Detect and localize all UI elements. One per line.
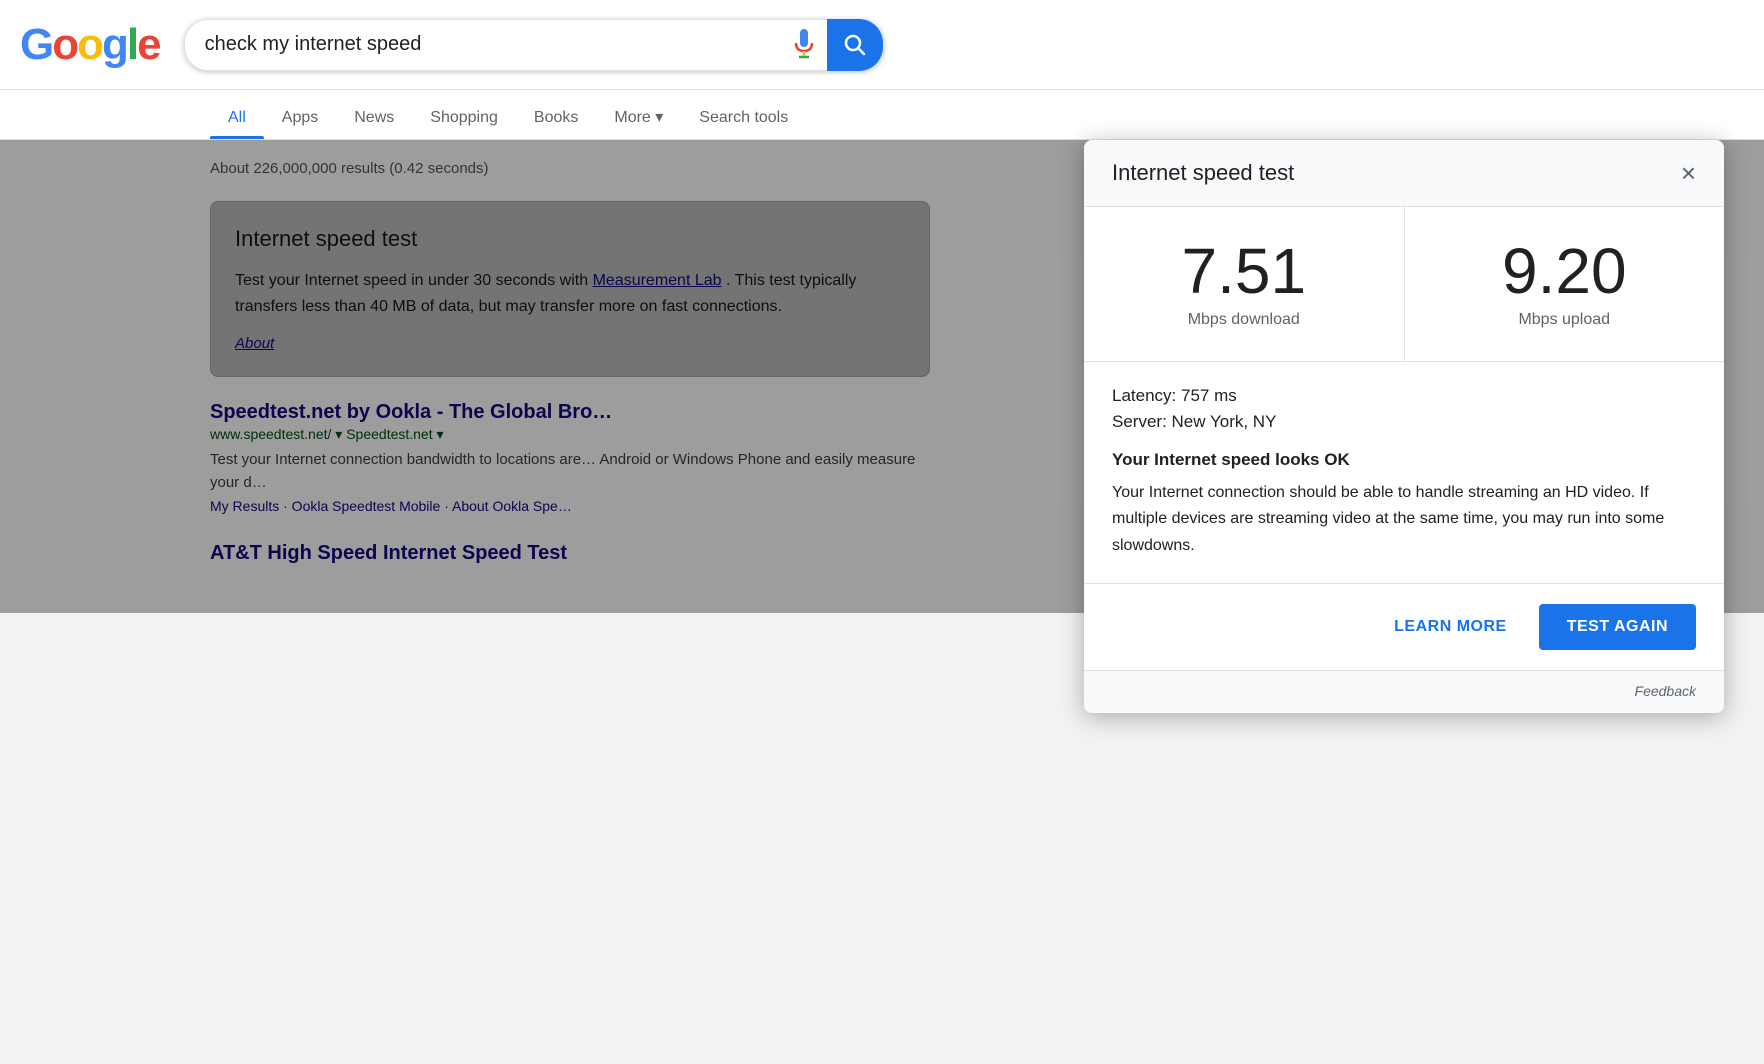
download-metric: 7.51 Mbps download xyxy=(1084,207,1405,361)
server-row: Server: New York, NY xyxy=(1112,412,1696,432)
close-button[interactable]: × xyxy=(1681,160,1696,186)
search-box xyxy=(184,19,884,71)
popup-header: Internet speed test × xyxy=(1084,140,1724,207)
tab-all[interactable]: All xyxy=(210,99,264,139)
tab-books[interactable]: Books xyxy=(516,99,596,139)
test-again-button[interactable]: TEST AGAIN xyxy=(1539,604,1696,650)
tab-more[interactable]: More ▾ xyxy=(596,97,681,139)
popup-footer: Feedback xyxy=(1084,670,1724,713)
upload-label: Mbps upload xyxy=(1425,311,1705,329)
speed-description: Your Internet connection should be able … xyxy=(1112,480,1696,559)
learn-more-button[interactable]: LEARN MORE xyxy=(1378,608,1523,646)
server-value: New York, NY xyxy=(1172,412,1277,431)
tab-shopping[interactable]: Shopping xyxy=(412,99,516,139)
latency-value: 757 ms xyxy=(1181,386,1237,405)
popup-title: Internet speed test xyxy=(1112,160,1294,186)
tab-search-tools[interactable]: Search tools xyxy=(681,99,806,139)
header: Google xyxy=(0,0,1764,90)
speed-metrics: 7.51 Mbps download 9.20 Mbps upload xyxy=(1084,207,1724,362)
speed-test-popup: Internet speed test × 7.51 Mbps download… xyxy=(1084,140,1724,713)
popup-actions: LEARN MORE TEST AGAIN xyxy=(1084,583,1724,670)
latency-row: Latency: 757 ms xyxy=(1112,386,1696,406)
download-value: 7.51 xyxy=(1104,239,1384,303)
popup-body: Latency: 757 ms Server: New York, NY You… xyxy=(1084,362,1724,583)
upload-metric: 9.20 Mbps upload xyxy=(1405,207,1725,361)
search-button[interactable] xyxy=(827,19,883,71)
mic-icon[interactable] xyxy=(781,22,827,68)
tab-news[interactable]: News xyxy=(336,99,412,139)
upload-value: 9.20 xyxy=(1425,239,1705,303)
search-input[interactable] xyxy=(185,33,781,56)
download-label: Mbps download xyxy=(1104,311,1384,329)
google-logo: Google xyxy=(20,20,160,70)
nav-bar: All Apps News Shopping Books More ▾ Sear… xyxy=(0,90,1764,140)
tab-apps[interactable]: Apps xyxy=(264,99,336,139)
speed-status: Your Internet speed looks OK xyxy=(1112,450,1696,470)
feedback-link[interactable]: Feedback xyxy=(1635,683,1696,699)
